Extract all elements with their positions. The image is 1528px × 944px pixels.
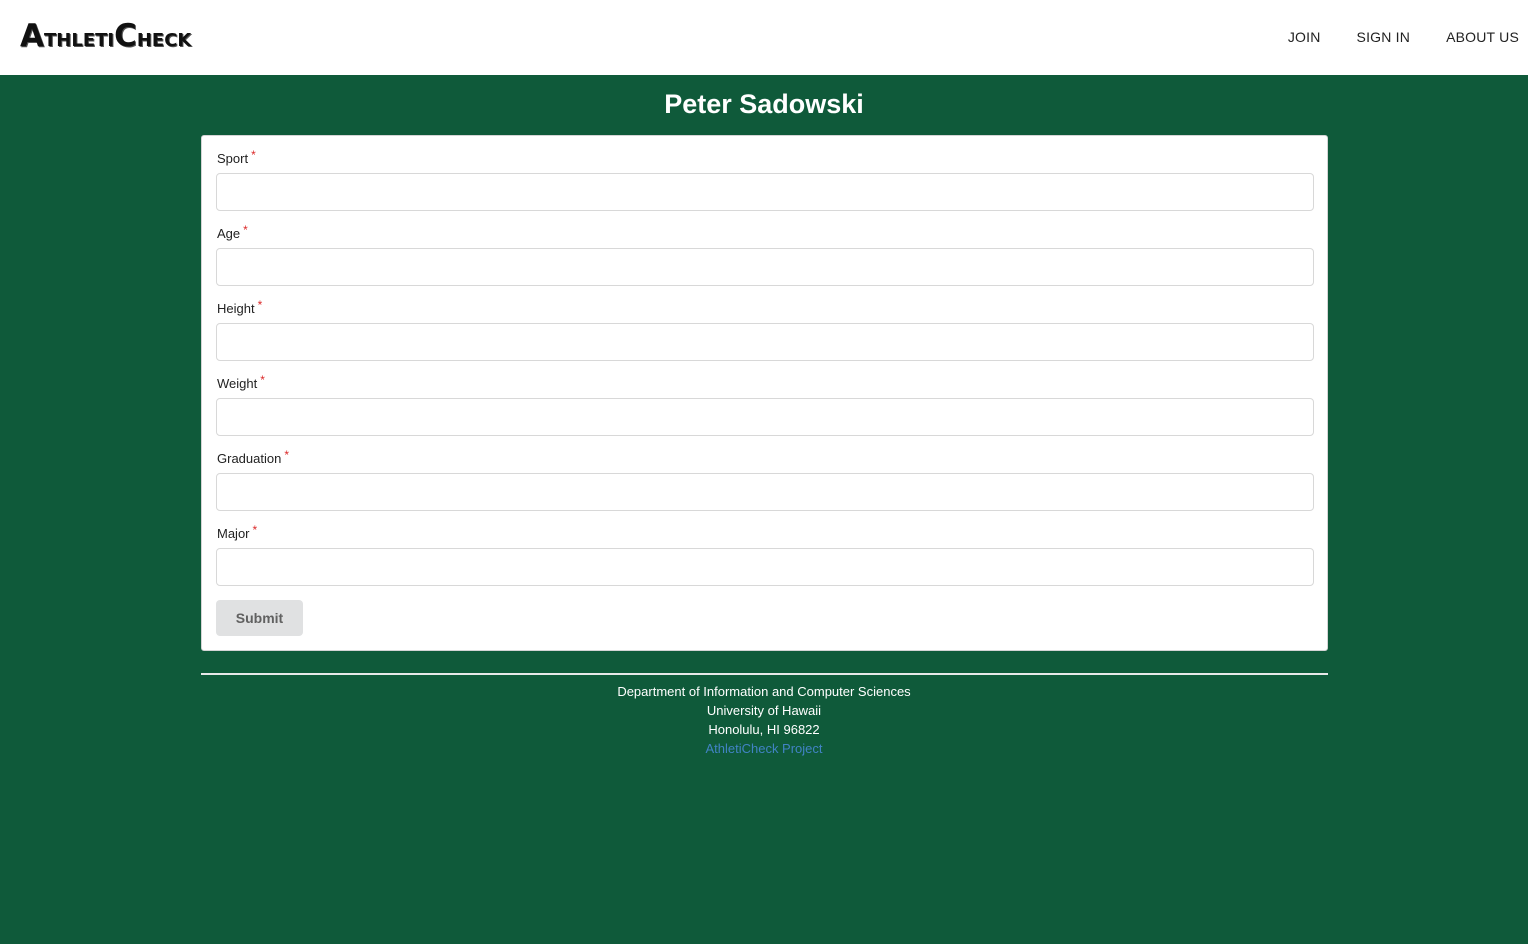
logo-letter-a: A bbox=[20, 18, 44, 54]
graduation-label-text: Graduation bbox=[217, 451, 282, 466]
required-marker: * bbox=[251, 148, 256, 162]
major-label-text: Major bbox=[217, 526, 250, 541]
nav-join-link[interactable]: JOIN bbox=[1288, 28, 1321, 46]
footer-department: Department of Information and Computer S… bbox=[617, 684, 911, 699]
major-label: Major * bbox=[217, 523, 258, 542]
weight-input[interactable] bbox=[216, 398, 1314, 436]
athleticheck-logo[interactable]: A THLETI C HECK bbox=[20, 20, 191, 52]
required-marker: * bbox=[243, 223, 248, 237]
page-title: Peter Sadowski bbox=[664, 89, 864, 119]
top-navbar: A THLETI C HECK JOIN SIGN IN ABOUT US bbox=[0, 0, 1528, 75]
footer-university: University of Hawaii bbox=[706, 703, 822, 718]
logo-text-thleti: THLETI bbox=[44, 30, 115, 51]
sport-label-text: Sport bbox=[217, 151, 249, 166]
nav-sign-in-link[interactable]: SIGN IN bbox=[1357, 28, 1411, 46]
required-marker: * bbox=[252, 523, 258, 537]
age-label: Age * bbox=[217, 223, 248, 242]
logo-letter-c: C bbox=[114, 18, 137, 54]
height-input[interactable] bbox=[216, 323, 1314, 361]
nav-about-us-link[interactable]: ABOUT US bbox=[1446, 28, 1519, 46]
submit-button[interactable]: Submit bbox=[216, 600, 303, 636]
weight-label-text: Weight bbox=[217, 376, 258, 391]
sport-label: Sport * bbox=[217, 148, 256, 167]
required-marker: * bbox=[260, 373, 265, 387]
major-input[interactable] bbox=[216, 548, 1314, 586]
graduation-label: Graduation * bbox=[217, 448, 289, 467]
required-marker: * bbox=[257, 298, 263, 312]
footer-divider bbox=[201, 673, 1328, 675]
footer-project-link[interactable]: AthletiCheck Project bbox=[705, 741, 822, 756]
footer-address: Honolulu, HI 96822 bbox=[708, 722, 820, 737]
graduation-input[interactable] bbox=[216, 473, 1314, 511]
logo-text-heck: HECK bbox=[136, 30, 192, 51]
height-label-text: Height bbox=[217, 301, 255, 316]
sport-input[interactable] bbox=[216, 173, 1314, 211]
nav-links: JOIN SIGN IN ABOUT US bbox=[1252, 28, 1519, 46]
age-input[interactable] bbox=[216, 248, 1314, 286]
age-label-text: Age bbox=[217, 226, 241, 241]
weight-label: Weight * bbox=[217, 373, 265, 392]
height-label: Height * bbox=[217, 298, 263, 317]
profile-form: Sport * Age * Height * Weight * Graduation * … bbox=[201, 135, 1328, 651]
footer: Department of Information and Computer S… bbox=[0, 682, 1528, 758]
required-marker: * bbox=[284, 448, 289, 462]
